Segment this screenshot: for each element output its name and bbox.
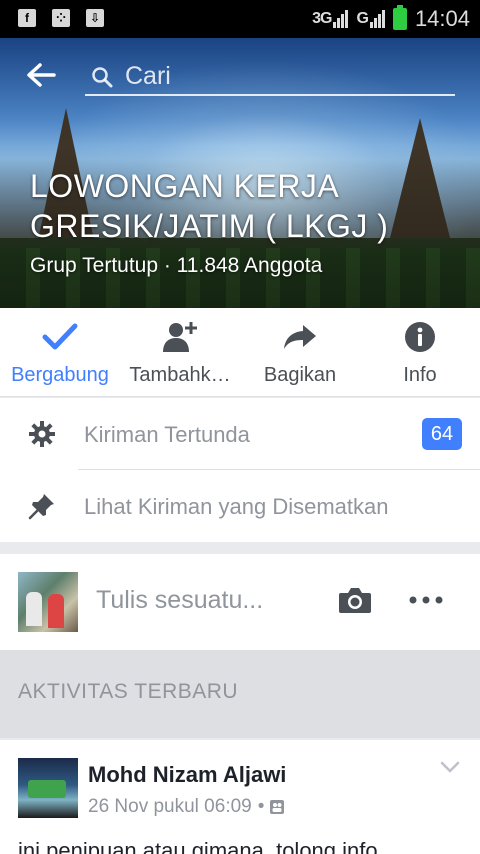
composer-input[interactable]: Tulis sesuatu...	[96, 586, 263, 615]
share-icon	[282, 320, 318, 354]
admin-list: Kiriman Tertunda 64 Lihat Kiriman yang D…	[0, 398, 480, 542]
status-time: 14:04	[414, 6, 470, 31]
search-row: Cari	[0, 52, 480, 102]
info-label: Info	[403, 364, 437, 386]
more-options-icon[interactable]	[408, 594, 444, 606]
signal-bars-icon	[333, 10, 349, 28]
post-composer: Tulis sesuatu...	[0, 554, 480, 650]
post-author-name[interactable]: Mohd Nizam Aljawi	[88, 762, 286, 788]
add-person-icon	[162, 320, 198, 354]
recent-activity-header: AKTIVITAS TERBARU	[18, 680, 239, 703]
add-members-button[interactable]: Tambahk…	[120, 308, 240, 396]
add-members-label: Tambahk…	[129, 364, 231, 386]
gear-icon	[29, 421, 55, 447]
search-input[interactable]: Cari	[85, 56, 455, 96]
status-bar-left-icons: f ⁘ ⇩	[18, 9, 104, 27]
signal-3g: 3G	[312, 10, 349, 28]
recent-activity-section: AKTIVITAS TERBARU	[0, 650, 480, 738]
feed-post: Mohd Nizam Aljawi 26 Nov pukul 06:09 • i…	[0, 740, 480, 854]
pending-posts-label: Kiriman Tertunda	[84, 422, 250, 447]
search-placeholder: Cari	[125, 62, 171, 90]
join-button[interactable]: Bergabung	[0, 308, 120, 396]
info-icon	[402, 320, 438, 354]
pinned-posts-row[interactable]: Lihat Kiriman yang Disematkan	[0, 470, 480, 542]
download-icon: ⇩	[86, 9, 104, 27]
group-title: LOWONGAN KERJA GRESIK/JATIM ( LKGJ )	[30, 168, 389, 244]
blackberry-messenger-icon: ⁘	[52, 9, 70, 27]
group-action-bar: Bergabung Tambahk… Bagikan Info	[0, 308, 480, 397]
battery-icon	[392, 5, 407, 30]
share-label: Bagikan	[263, 364, 337, 386]
pending-posts-row[interactable]: Kiriman Tertunda 64	[0, 398, 480, 470]
post-meta: 26 Nov pukul 06:09 •	[88, 796, 285, 818]
check-icon	[42, 320, 78, 354]
back-arrow-icon[interactable]	[26, 62, 56, 88]
composer-avatar	[18, 572, 78, 632]
camera-icon[interactable]	[338, 586, 372, 614]
signal-bars-icon	[369, 10, 385, 28]
meta-separator: •	[257, 796, 265, 817]
pin-icon	[28, 494, 54, 520]
status-bar-right: 3G G 14:04	[312, 5, 470, 32]
share-button[interactable]: Bagikan	[240, 308, 360, 396]
group-privacy-icon	[270, 800, 285, 814]
pending-count-badge: 64	[422, 418, 462, 450]
group-cover: Cari LOWONGAN KERJA GRESIK/JATIM ( LKGJ …	[0, 38, 480, 308]
status-bar: f ⁘ ⇩ 3G G 14:04	[0, 0, 480, 38]
signal-g: G	[356, 10, 385, 28]
post-author-avatar[interactable]	[18, 758, 78, 818]
pinned-posts-label: Lihat Kiriman yang Disematkan	[84, 494, 389, 519]
chevron-down-icon[interactable]	[440, 760, 460, 774]
post-body-text: ini penipuan atau gimana, tolong info	[18, 838, 378, 854]
search-icon	[92, 67, 113, 88]
post-timestamp[interactable]: 26 Nov pukul 06:09	[88, 796, 252, 818]
facebook-icon: f	[18, 9, 36, 27]
group-subtitle: Grup Tertutup · 11.848 Anggota	[30, 254, 323, 277]
info-button[interactable]: Info	[360, 308, 480, 396]
join-label: Bergabung	[11, 364, 109, 386]
